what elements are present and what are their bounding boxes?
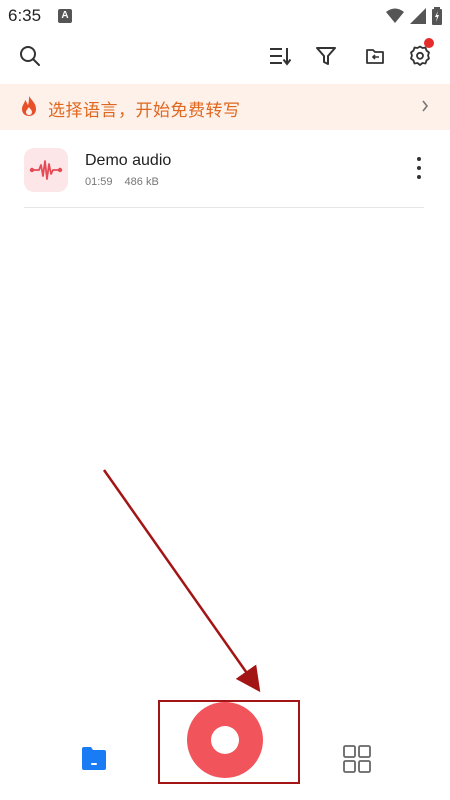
import-folder-button[interactable]	[361, 42, 389, 70]
fire-icon	[22, 96, 36, 116]
bottom-nav	[0, 700, 450, 800]
wifi-icon	[386, 8, 404, 23]
grid-apps-icon	[343, 745, 371, 773]
filter-icon	[316, 47, 336, 65]
sort-button[interactable]	[266, 42, 294, 70]
search-button[interactable]	[16, 42, 44, 70]
gear-icon	[410, 45, 430, 66]
status-icons	[386, 7, 442, 25]
more-dot	[417, 166, 421, 170]
sort-icon	[270, 48, 291, 66]
signal-icon	[410, 8, 426, 24]
folder-icon	[82, 747, 106, 770]
battery-icon	[432, 7, 442, 25]
recording-title: Demo audio	[85, 152, 172, 169]
notification-dot	[424, 38, 434, 48]
audio-waveform-icon	[29, 160, 63, 180]
more-dot	[417, 157, 421, 161]
top-toolbar	[0, 36, 450, 76]
recording-duration: 01:59	[85, 176, 113, 188]
more-options-button[interactable]	[414, 154, 424, 182]
nav-files-button[interactable]	[80, 744, 108, 772]
audio-thumbnail	[24, 148, 68, 192]
folder-import-icon	[366, 49, 384, 64]
nav-apps-button[interactable]	[342, 744, 372, 774]
search-icon	[20, 46, 40, 66]
record-icon	[211, 726, 239, 754]
status-bar: 6:35 A	[0, 0, 450, 32]
banner-text: 选择语言，开始免费转写	[48, 101, 241, 120]
settings-button[interactable]	[406, 38, 434, 70]
record-button[interactable]	[187, 702, 263, 778]
recording-size: 486 kB	[124, 176, 159, 188]
language-banner[interactable]: 选择语言，开始免费转写	[0, 84, 450, 130]
recording-list-item[interactable]: Demo audio 01:59 486 kB	[24, 146, 424, 208]
filter-button[interactable]	[312, 42, 340, 70]
status-time: 6:35	[8, 6, 42, 25]
chevron-right-icon	[422, 100, 429, 112]
notification-app-icon: A	[58, 9, 72, 23]
recording-meta: 01:59 486 kB	[85, 176, 159, 188]
more-dot	[417, 175, 421, 179]
